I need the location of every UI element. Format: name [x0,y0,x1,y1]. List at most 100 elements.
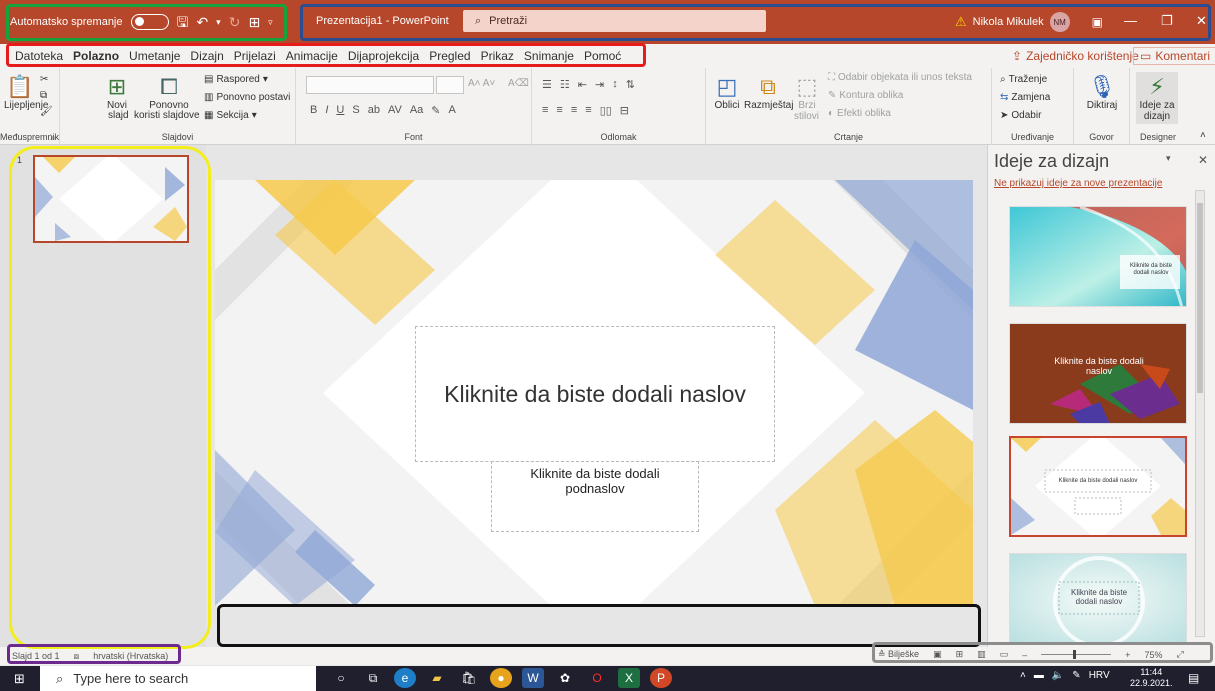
chevron-up-icon[interactable]: ˄ [1020,670,1026,681]
select-objects-button[interactable]: ⛶ Odabir objekata ili unos teksta [828,72,972,83]
align-center-icon[interactable]: ≡ [556,104,562,117]
font-size-select[interactable] [436,76,464,94]
customize-qat-icon[interactable]: ▿ [268,15,273,29]
normal-view-icon[interactable]: ▣ [933,649,942,660]
new-slide-button[interactable]: ⊞ Novi [104,74,130,111]
chrome-icon[interactable]: ● [490,668,512,688]
tab-review[interactable]: Pregled [424,48,475,66]
redo-icon[interactable]: ↻ [229,15,241,29]
zoom-level[interactable]: 75% [1144,650,1162,660]
powerpoint-icon[interactable]: P [650,668,672,688]
present-from-start-icon[interactable]: ⊞ [248,15,260,29]
format-painter-icon[interactable]: 🖌 [40,106,53,117]
quick-styles-button[interactable]: ⬚ Brzi [790,74,824,111]
tab-recording[interactable]: Snimanje [519,48,579,66]
align-text-icon[interactable]: ⊟ [620,104,629,117]
warning-icon[interactable]: ⚠ [955,14,967,30]
design-ideas-scrollbar[interactable] [1195,190,1205,637]
slideshow-view-icon[interactable]: ▭ [1000,649,1009,660]
copy-icon[interactable]: ⧉ [40,90,47,101]
subtitle-placeholder[interactable]: Kliknite da biste dodali podnaslov [491,461,699,532]
save-icon[interactable]: 🖫 [177,15,189,29]
fit-slide-icon[interactable]: ⤢ [1176,649,1183,660]
close-icon[interactable]: ✕ [1198,153,1208,167]
shape-effects-button[interactable]: ◐ Efekti oblika [828,108,891,119]
app-icon[interactable]: ✿ [554,668,576,688]
numbering-icon[interactable]: ☷ [560,78,570,91]
design-ideas-button[interactable]: ⚡ Ideje za dizajn [1136,72,1178,124]
char-spacing-icon[interactable]: ab [368,104,380,117]
close-icon[interactable]: ✕ [1196,13,1207,29]
restore-icon[interactable]: ❐ [1161,13,1173,29]
tab-file[interactable]: Datoteka [10,48,68,66]
ribbon-display-icon[interactable]: ▣ [1092,15,1103,29]
decrease-indent-icon[interactable]: ⇤ [578,78,587,91]
align-left-icon[interactable]: ≡ [542,104,548,117]
slide-thumbnail[interactable] [33,155,189,243]
task-view-icon[interactable]: ⧉ [362,668,384,688]
design-idea-4[interactable]: Kliknite da biste dodali naslov [1009,553,1187,643]
tab-view[interactable]: Prikaz [476,48,519,66]
pen-icon[interactable]: ✎ [1072,670,1080,681]
user-name[interactable]: Nikola Mikulek [973,16,1044,28]
layout-button[interactable]: ▤ Raspored ▾ [204,74,268,85]
slide-canvas[interactable]: Kliknite da biste dodali naslov Kliknite… [215,180,973,606]
underline-icon[interactable]: U [336,104,344,117]
select-button[interactable]: ➤ Odabir [1000,110,1041,121]
clear-formatting-icon[interactable]: A⌫ [508,78,529,89]
replace-button[interactable]: ⇆ Zamjena [1000,92,1050,103]
windows-start-icon[interactable]: ⊞ [14,671,25,687]
increase-indent-icon[interactable]: ⇥ [595,78,604,91]
volume-icon[interactable]: 🔈 [1052,670,1064,681]
taskbar-search-input[interactable]: ⌕ Type here to search [40,666,316,691]
avatar[interactable]: NM [1049,12,1070,32]
zoom-slider[interactable] [1041,650,1112,659]
design-idea-1[interactable]: Kliknite da biste dodali naslov [1009,206,1187,307]
undo-icon[interactable]: ↶ [196,15,208,29]
arrange-button[interactable]: ⧉ Razmještaj [744,74,793,111]
comments-button[interactable]: ▭ Komentari [1133,47,1215,65]
tab-home[interactable]: Polazno [68,48,124,66]
font-color-icon[interactable]: A [449,104,456,117]
pane-options-icon[interactable]: ▾ [1166,153,1171,164]
strikethrough-icon[interactable]: S [352,104,359,117]
cut-icon[interactable]: ✂ [40,74,48,85]
reuse-slides-button[interactable]: ⧠ Ponovno [144,74,194,111]
taskbar-language[interactable]: HRV [1089,670,1110,681]
reset-button[interactable]: ▥ Ponovno postavi [204,92,290,103]
slide-sorter-icon[interactable]: ⊞ [956,649,964,660]
notes-area[interactable] [215,606,978,647]
chevron-down-icon[interactable]: ▾ [216,15,221,29]
italic-icon[interactable]: I [325,104,328,117]
justify-icon[interactable]: ≡ [585,104,591,117]
zoom-out-icon[interactable]: – [1022,650,1027,660]
tab-design[interactable]: Dizajn [185,48,228,66]
excel-icon[interactable]: X [618,668,640,688]
cortana-icon[interactable]: ○ [330,668,352,688]
align-right-icon[interactable]: ≡ [571,104,577,117]
zoom-in-icon[interactable]: + [1125,650,1130,660]
font-name-select[interactable] [306,76,434,94]
minimize-icon[interactable]: — [1124,13,1137,28]
zoom-slider-thumb[interactable] [1073,650,1077,659]
design-idea-3[interactable]: Kliknite da biste dodali naslov [1009,436,1187,537]
bold-icon[interactable]: B [310,104,317,117]
language-indicator[interactable]: hrvatski (Hrvatska) [93,651,168,662]
tab-animations[interactable]: Animacije [281,48,343,66]
title-placeholder[interactable]: Kliknite da biste dodali naslov [415,326,775,462]
paste-button[interactable]: 📋 Lijepljenje [4,74,48,111]
columns-icon[interactable]: ▯▯ [600,104,612,117]
tab-transitions[interactable]: Prijelazi [229,48,281,66]
tab-help[interactable]: Pomoć [579,48,626,66]
store-icon[interactable]: 🛍 [458,668,480,688]
dont-show-ideas-link[interactable]: Ne prikazuj ideje za nove prezentacije [994,178,1162,189]
tab-slideshow[interactable]: Dijaprojekcija [343,48,424,66]
collapse-ribbon-icon[interactable]: ˄ [1200,130,1206,141]
find-button[interactable]: ⌕ Traženje [1000,74,1047,85]
bullets-icon[interactable]: ☰ [542,78,552,91]
network-icon[interactable]: ▬ [1034,670,1044,681]
scrollbar-thumb[interactable] [1197,203,1203,393]
increase-font-icon[interactable]: A˄ A˅ [468,78,495,89]
shapes-button[interactable]: ◰ Oblici [712,74,742,111]
autosave-toggle[interactable] [130,14,169,30]
